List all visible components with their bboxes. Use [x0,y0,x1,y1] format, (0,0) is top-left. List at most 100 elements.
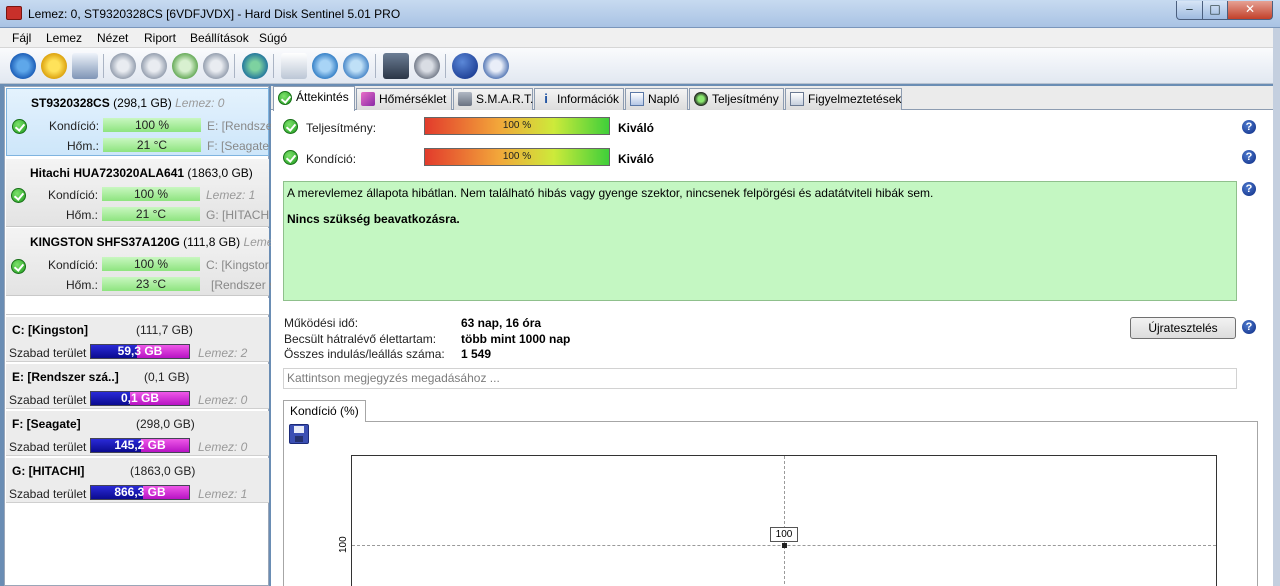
info-icon[interactable] [483,53,509,79]
performance-label: Teljesítmény: [306,121,377,135]
toolbar-separator [103,54,104,78]
help-icon[interactable]: ? [1242,150,1256,164]
disk-number: Lemez: 2 [198,346,248,360]
info-icon: i [544,91,548,106]
disk-item[interactable]: Hitachi HUA723020ALA641 (1863,0 GB) Kond… [6,159,269,227]
main-panel: Áttekintés Hőmérséklet S.M.A.R.T. i Infor… [271,86,1278,586]
toolbar-separator [273,54,274,78]
app-icon [6,6,22,20]
tab-information[interactable]: i Információk [534,88,624,110]
tab-performance[interactable]: Teljesítmény [689,88,784,110]
disk-list-panel: ST9320328CS (298,1 GB) Lemez: 0 Kondíció… [4,86,279,586]
speaker-icon[interactable] [414,53,440,79]
free-space-value: 866,3 GB [114,485,166,499]
chart-panel: 100 100 [283,421,1258,586]
window-title: Lemez: 0, ST9320328CS [6VDFJVDX] - Hard … [28,7,401,21]
retest-button[interactable]: Újratesztelés [1130,317,1236,339]
status-ok-icon [283,119,298,134]
volume-item[interactable]: C: [Kingston] (111,7 GB) Szabad terület … [6,317,269,362]
condition-bar: 100 % [103,118,201,132]
free-space-bar: 0,1 GB [90,391,190,406]
health-rating: Kiváló [618,152,655,166]
status-message: A merevlemez állapota hibátlan. Nem talá… [287,186,934,200]
surface-test-icon[interactable] [141,53,167,79]
menu-view[interactable]: Nézet [97,31,128,45]
web-icon[interactable] [242,53,268,79]
performance-rating: Kiváló [618,121,655,135]
temp-label: Hőm.: [66,278,99,292]
refresh-icon[interactable] [10,53,36,79]
condition-bar: 100 % [102,187,200,201]
note-input[interactable]: Kattintson megjegyzés megadásához ... [283,368,1237,389]
tab-log[interactable]: Napló [625,88,688,110]
close-button[interactable]: ✕ [1227,1,1273,20]
data-label: 100 [770,527,798,542]
free-space-label: Szabad terület [9,393,87,407]
temp-bar: 21 °C [102,207,200,221]
disk-tools-icon[interactable] [203,53,229,79]
disk-number: Lemez: 1 [206,188,256,202]
free-space-label: Szabad terület [9,346,87,360]
menu-file[interactable]: Fájl [12,31,31,45]
disk-item[interactable]: ST9320328CS (298,1 GB) Lemez: 0 Kondíció… [6,88,272,156]
condition-label: Kondíció: [48,188,99,202]
volume-item[interactable]: G: [HITACHI] (1863,0 GB) Szabad terület … [6,458,269,503]
volume-ref: C: [Kingstor [206,258,269,272]
lifetime-label: Becsült hátralévő élettartam: [284,332,437,346]
disk-number: Lemez: 0 [198,393,248,407]
disk-ok-icon[interactable] [172,53,198,79]
temp-label: Hőm.: [67,139,100,153]
tab-health-chart[interactable]: Kondíció (%) [283,400,366,422]
log-icon [630,92,644,106]
minimize-button[interactable]: ‒ [1176,1,1203,20]
report-icon[interactable] [72,53,98,79]
condition-label: Kondíció: [48,258,99,272]
health-label: Kondíció: [306,152,357,166]
window-border [1273,28,1280,586]
status-ok-icon [11,188,26,203]
status-ok-icon [11,259,26,274]
thermometer-icon [361,92,375,106]
menu-settings[interactable]: Beállítások [190,31,249,45]
menu-disk[interactable]: Lemez [46,31,82,45]
volume-item[interactable]: E: [Rendszer szá..] (0,1 GB) Szabad terü… [6,364,269,409]
list-spacer [6,298,269,315]
help-icon[interactable]: ? [1242,120,1256,134]
disk-test-icon[interactable] [110,53,136,79]
help-icon[interactable]: ? [1242,182,1256,196]
temp-label: Hőm.: [66,208,99,222]
menu-help[interactable]: Súgó [259,31,287,45]
document-icon[interactable] [281,53,307,79]
volume-item[interactable]: F: [Seagate] (298,0 GB) Szabad terület 1… [6,411,269,456]
volume-name: F: [Seagate] [12,417,81,431]
menu-report[interactable]: Riport [144,31,176,45]
free-space-value: 0,1 GB [120,391,159,405]
network-icon[interactable] [343,53,369,79]
temp-bar: 23 °C [102,277,200,291]
tab-alerts[interactable]: Figyelmeztetések [785,88,902,110]
tab-temperature[interactable]: Hőmérséklet [356,88,452,110]
disk-item[interactable]: KINGSTON SHFS37A120G (111,8 GB) Lemez Ko… [6,228,279,296]
condition-label: Kondíció: [49,119,100,133]
help-icon[interactable] [452,53,478,79]
warning-icon[interactable] [41,53,67,79]
maximize-button[interactable]: □ [1202,1,1228,20]
plot-area: 100 [351,455,1217,586]
sync-icon[interactable] [312,53,338,79]
smart-icon [458,92,472,106]
tab-overview[interactable]: Áttekintés [273,86,355,111]
recommendation: Nincs szükség beavatkozásra. [287,212,460,226]
monitor-icon[interactable] [383,53,409,79]
free-space-value: 59,3 GB [117,344,163,358]
free-space-label: Szabad terület [9,440,87,454]
tab-smart[interactable]: S.M.A.R.T. [453,88,533,110]
status-ok-icon [283,150,298,165]
save-icon[interactable] [289,424,309,444]
health-bar: 100 % [424,148,610,166]
help-icon[interactable]: ? [1242,320,1256,334]
volume-size: (298,0 GB) [136,417,195,431]
toolbar-separator [234,54,235,78]
toolbar-separator [375,54,376,78]
free-space-bar: 59,3 GB [90,344,190,359]
disk-name: ST9320328CS (298,1 GB) Lemez: 0 [31,96,225,110]
